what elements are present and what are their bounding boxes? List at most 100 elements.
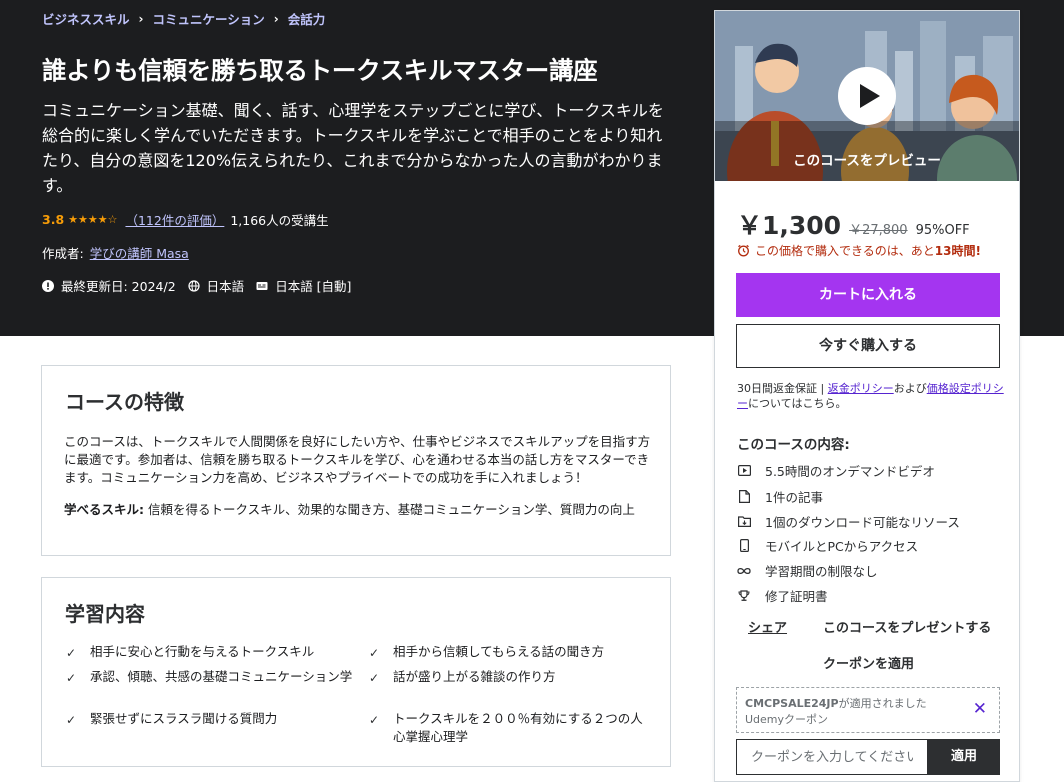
guarantee-text: 30日間返金保証 |	[737, 382, 828, 395]
course-features-card: コースの特徴 このコースは、トークスキルで人間関係を良好にしたい方や、仕事やビジ…	[41, 365, 671, 556]
coupon-apply-submit[interactable]: 適用	[928, 739, 1000, 775]
check-icon: ✓	[66, 671, 77, 685]
check-icon: ✓	[369, 713, 380, 727]
trophy-icon	[737, 589, 751, 603]
captions-text: 日本語 [自動]	[275, 279, 352, 294]
learn-item-text: 話が盛り上がる雑談の作り方	[393, 669, 556, 684]
learn-item-text: 緊張せずにスラスラ聞ける質問力	[90, 711, 278, 726]
guarantee-and: および	[893, 382, 927, 395]
original-price: ￥27,800	[849, 223, 908, 238]
learn-item: ✓ 承認、傾聴、共感の基礎コミュニケーション学	[66, 668, 356, 687]
price-timer: この価格で購入できるのは、あと 13時間!	[737, 242, 981, 259]
breadcrumb-conversation[interactable]: 会話力	[288, 9, 326, 28]
buy-now-button[interactable]: 今すぐ購入する	[736, 324, 1000, 368]
learn-item-text: 承認、傾聴、共感の基礎コミュニケーション学	[90, 669, 353, 684]
include-certificate: 修了証明書	[737, 586, 828, 605]
gift-course-button[interactable]: このコースをプレゼントする	[823, 617, 991, 636]
include-lifetime: 学習期間の制限なし	[737, 561, 878, 580]
preview-label[interactable]: このコースをプレビュー	[715, 149, 1019, 169]
add-to-cart-button[interactable]: カートに入れる	[736, 273, 1000, 317]
include-mobile-text: モバイルとPCからアクセス	[765, 539, 919, 554]
learn-item: ✓ 相手から信頼してもらえる話の聞き方	[369, 643, 659, 662]
price-row: ￥1,300 ￥27,800 95%OFF	[737, 206, 970, 242]
course-subtitle: コミュニケーション基礎、聞く、話す、心理学をステップごとに学び、トークスキルを総…	[42, 101, 664, 195]
purchase-sidebar: このコースをプレビュー ￥1,300 ￥27,800 95%OFF この価格で購…	[714, 10, 1020, 782]
author-row: 作成者: 学びの講師 Masa	[42, 243, 189, 262]
language-text: 日本語	[206, 279, 245, 294]
star-rating-icon: ★★★★☆	[68, 213, 118, 226]
learn-item: ✓ 緊張せずにスラスラ聞ける質問力	[66, 710, 356, 729]
guarantee-tail: についてはこちら。	[748, 397, 847, 410]
rating-row: 3.8 ★★★★☆ （112件の評価） 1,166人の受講生	[42, 210, 329, 229]
document-icon	[737, 490, 751, 504]
infinity-icon	[737, 564, 751, 578]
course-meta: 最終更新日: 2024/2 日本語 日本語 [自動]	[42, 276, 363, 295]
features-description: このコースは、トークスキルで人間関係を良好にしたい方や、仕事やビジネスでスキルア…	[64, 434, 651, 485]
current-price: ￥1,300	[737, 211, 842, 240]
includes-title: このコースの内容:	[737, 437, 850, 453]
include-video: 5.5時間のオンデマンドビデオ	[737, 461, 935, 480]
course-preview[interactable]: このコースをプレビュー	[715, 11, 1019, 181]
play-icon[interactable]	[838, 67, 896, 125]
include-article: 1件の記事	[737, 487, 823, 506]
learn-item-text: 相手から信頼してもらえる話の聞き方	[393, 644, 605, 659]
rating-value: 3.8	[42, 212, 65, 227]
alert-badge-icon	[42, 279, 54, 292]
chevron-right-icon: ›	[138, 11, 144, 26]
chevron-right-icon: ›	[273, 11, 279, 26]
check-icon: ✓	[66, 713, 77, 727]
download-folder-icon	[737, 515, 751, 529]
breadcrumb-communication[interactable]: コミュニケーション	[152, 9, 264, 28]
language: 日本語	[188, 276, 245, 295]
what-you-learn-card: 学習内容 ✓ 相手に安心と行動を与えるトークスキル ✓ 相手から信頼してもらえる…	[41, 577, 671, 767]
timer-prefix: この価格で購入できるのは、あと	[755, 244, 935, 258]
include-download: 1個のダウンロード可能なリソース	[737, 512, 960, 531]
include-mobile: モバイルとPCからアクセス	[737, 536, 918, 555]
learn-heading: 学習内容	[65, 602, 145, 626]
coupon-input[interactable]	[736, 739, 928, 775]
include-certificate-text: 修了証明書	[765, 589, 828, 604]
applied-coupon: CMCPSALE24JPが適用されました Udemyクーポン ✕	[736, 687, 1000, 733]
discount-percent: 95%OFF	[915, 223, 970, 238]
coupon-type: Udemyクーポン	[745, 713, 829, 726]
captions: 日本語 [自動]	[256, 276, 351, 295]
learn-item: ✓ トークスキルを２００％有効にする２つの人心掌握心理学	[369, 710, 651, 746]
coupon-code: CMCPSALE24JP	[745, 697, 839, 710]
breadcrumb-business[interactable]: ビジネススキル	[42, 9, 130, 28]
include-video-text: 5.5時間のオンデマンドビデオ	[765, 464, 935, 479]
skills-label: 学べるスキル:	[64, 502, 144, 517]
learn-item: ✓ 話が盛り上がる雑談の作り方	[369, 668, 659, 687]
timer-value: 13時間!	[934, 244, 981, 258]
learn-item-text: トークスキルを２００％有効にする２つの人心掌握心理学	[393, 711, 643, 744]
apply-coupon-button[interactable]: クーポンを適用	[823, 653, 914, 672]
check-icon: ✓	[369, 671, 380, 685]
share-button[interactable]: シェア	[748, 617, 787, 636]
mobile-phone-icon	[737, 539, 751, 553]
last-updated: 最終更新日: 2024/2	[42, 276, 176, 295]
alarm-clock-icon	[738, 244, 749, 257]
coupon-applied-line: CMCPSALE24JPが適用されました	[745, 695, 927, 711]
last-updated-text: 最終更新日: 2024/2	[61, 279, 176, 294]
video-icon	[737, 464, 751, 478]
refund-guarantee: 30日間返金保証 | 返金ポリシーおよび価格設定ポリシーについてはこちら。	[737, 381, 1005, 411]
skills-line: 学べるスキル: 信頼を得るトークスキル、効果的な聞き方、基礎コミュニケーション学…	[64, 501, 664, 519]
skills-text: 信頼を得るトークスキル、効果的な聞き方、基礎コミュニケーション学、質問力の向上	[147, 502, 635, 517]
learn-item-text: 相手に安心と行動を与えるトークスキル	[90, 644, 315, 659]
breadcrumb: ビジネススキル › コミュニケーション › 会話力	[42, 9, 325, 28]
author-label: 作成者:	[42, 246, 84, 261]
coupon-applied-text: が適用されました	[838, 697, 927, 710]
learn-item: ✓ 相手に安心と行動を与えるトークスキル	[66, 643, 356, 662]
remove-coupon-icon[interactable]: ✕	[973, 699, 987, 719]
check-icon: ✓	[369, 646, 380, 660]
check-icon: ✓	[66, 646, 77, 660]
include-article-text: 1件の記事	[765, 490, 823, 505]
features-heading: コースの特徴	[65, 390, 184, 414]
student-count: 1,166人の受講生	[230, 213, 329, 228]
closed-captions-icon	[256, 281, 268, 290]
refund-policy-link[interactable]: 返金ポリシー	[828, 382, 894, 395]
author-link[interactable]: 学びの講師 Masa	[90, 243, 189, 262]
include-lifetime-text: 学習期間の制限なし	[765, 564, 878, 579]
rating-count-link[interactable]: （112件の評価）	[125, 210, 224, 229]
include-download-text: 1個のダウンロード可能なリソース	[765, 515, 960, 530]
globe-icon	[188, 279, 200, 292]
